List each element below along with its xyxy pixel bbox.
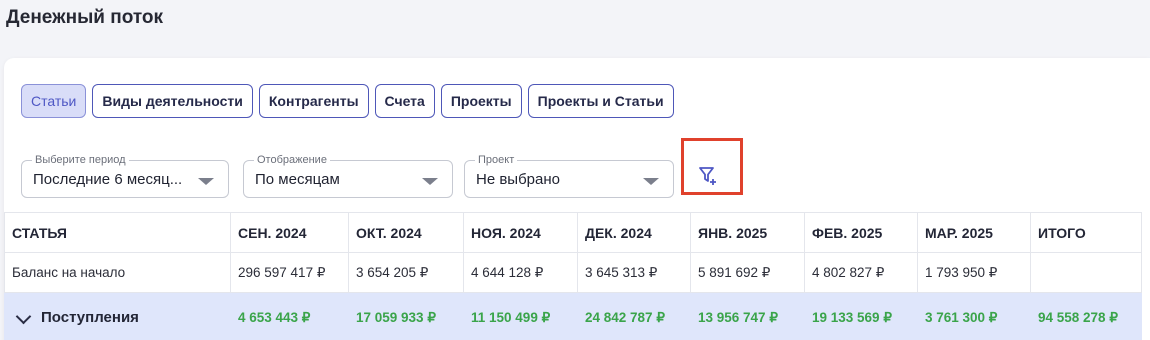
column-header-nov-2024[interactable]: НОЯ. 2024 [463,212,578,253]
table-cell: 4 802 827 ₽ [804,252,918,293]
tab-projects[interactable]: Проекты [440,84,522,118]
page-title: Денежный поток [6,7,164,28]
row-name: Баланс на начало [4,252,231,293]
display-select-label: Отображение [254,154,330,166]
grouping-tabs: Статьи Виды деятельности Контрагенты Сче… [21,84,674,118]
chevron-down-icon [422,178,438,185]
column-header-article[interactable]: СТАТЬЯ [4,212,231,253]
column-header-sep-2024[interactable]: СЕН. 2024 [230,212,349,253]
project-select-label: Проект [475,154,518,166]
table-cell: 17 059 933 ₽ [348,292,464,340]
table-cell: 13 956 747 ₽ [690,292,805,340]
tab-activity-types[interactable]: Виды деятельности [92,84,253,118]
project-select-value: Не выбрано [476,171,560,188]
table-cell: 94 558 278 ₽ [1030,292,1142,340]
period-select-label: Выберите период [32,154,129,166]
tab-counterparties[interactable]: Контрагенты [258,84,369,118]
cash-flow-table: СТАТЬЯ СЕН. 2024 ОКТ. 2024 НОЯ. 2024 ДЕК… [4,212,1142,340]
chevron-down-icon [198,178,214,185]
tab-projects-and-articles[interactable]: Проекты и Статьи [527,84,674,118]
table-cell: 4 644 128 ₽ [463,252,578,293]
table-cell: 24 842 787 ₽ [577,292,691,340]
table-cell [1030,252,1142,293]
table-cell: 3 761 300 ₽ [917,292,1031,340]
column-header-dec-2024[interactable]: ДЕК. 2024 [577,212,691,253]
display-select[interactable]: Отображение По месяцам [243,154,453,198]
display-select-value: По месяцам [255,171,340,188]
table-cell: 1 793 950 ₽ [917,252,1031,293]
table-cell: 5 891 692 ₽ [690,252,805,293]
column-header-oct-2024[interactable]: ОКТ. 2024 [348,212,464,253]
tab-articles[interactable]: Статьи [21,84,87,118]
column-header-total[interactable]: ИТОГО [1030,212,1142,253]
chevron-down-icon [643,178,659,185]
column-header-jan-2025[interactable]: ЯНВ. 2025 [690,212,805,253]
table-cell: 3 654 205 ₽ [348,252,464,293]
tab-accounts[interactable]: Счета [374,84,435,118]
table-cell: 4 653 443 ₽ [230,292,349,340]
row-name-cell[interactable]: Поступления [4,292,231,340]
chevron-down-icon[interactable] [15,308,32,324]
table-header-row: СТАТЬЯ СЕН. 2024 ОКТ. 2024 НОЯ. 2024 ДЕК… [4,212,1142,253]
add-filter-button[interactable] [681,138,743,195]
table-cell: 3 645 313 ₽ [577,252,691,293]
table-cell: 11 150 499 ₽ [463,292,578,340]
table-cell: 19 133 569 ₽ [804,292,918,340]
period-select-value: Последние 6 месяц... [33,171,183,188]
table-row: Баланс на начало 296 597 417 ₽ 3 654 205… [4,252,1142,293]
column-header-mar-2025[interactable]: МАР. 2025 [917,212,1031,253]
table-cell: 296 597 417 ₽ [230,252,349,293]
filter-plus-icon [699,167,716,185]
column-header-feb-2025[interactable]: ФЕВ. 2025 [804,212,918,253]
row-name: Поступления [41,309,139,326]
cash-flow-card: Статьи Виды деятельности Контрагенты Сче… [4,58,1150,340]
project-select[interactable]: Проект Не выбрано [464,154,674,198]
table-row-income[interactable]: Поступления 4 653 443 ₽ 17 059 933 ₽ 11 … [4,292,1142,340]
period-select[interactable]: Выберите период Последние 6 месяц... [21,154,229,198]
